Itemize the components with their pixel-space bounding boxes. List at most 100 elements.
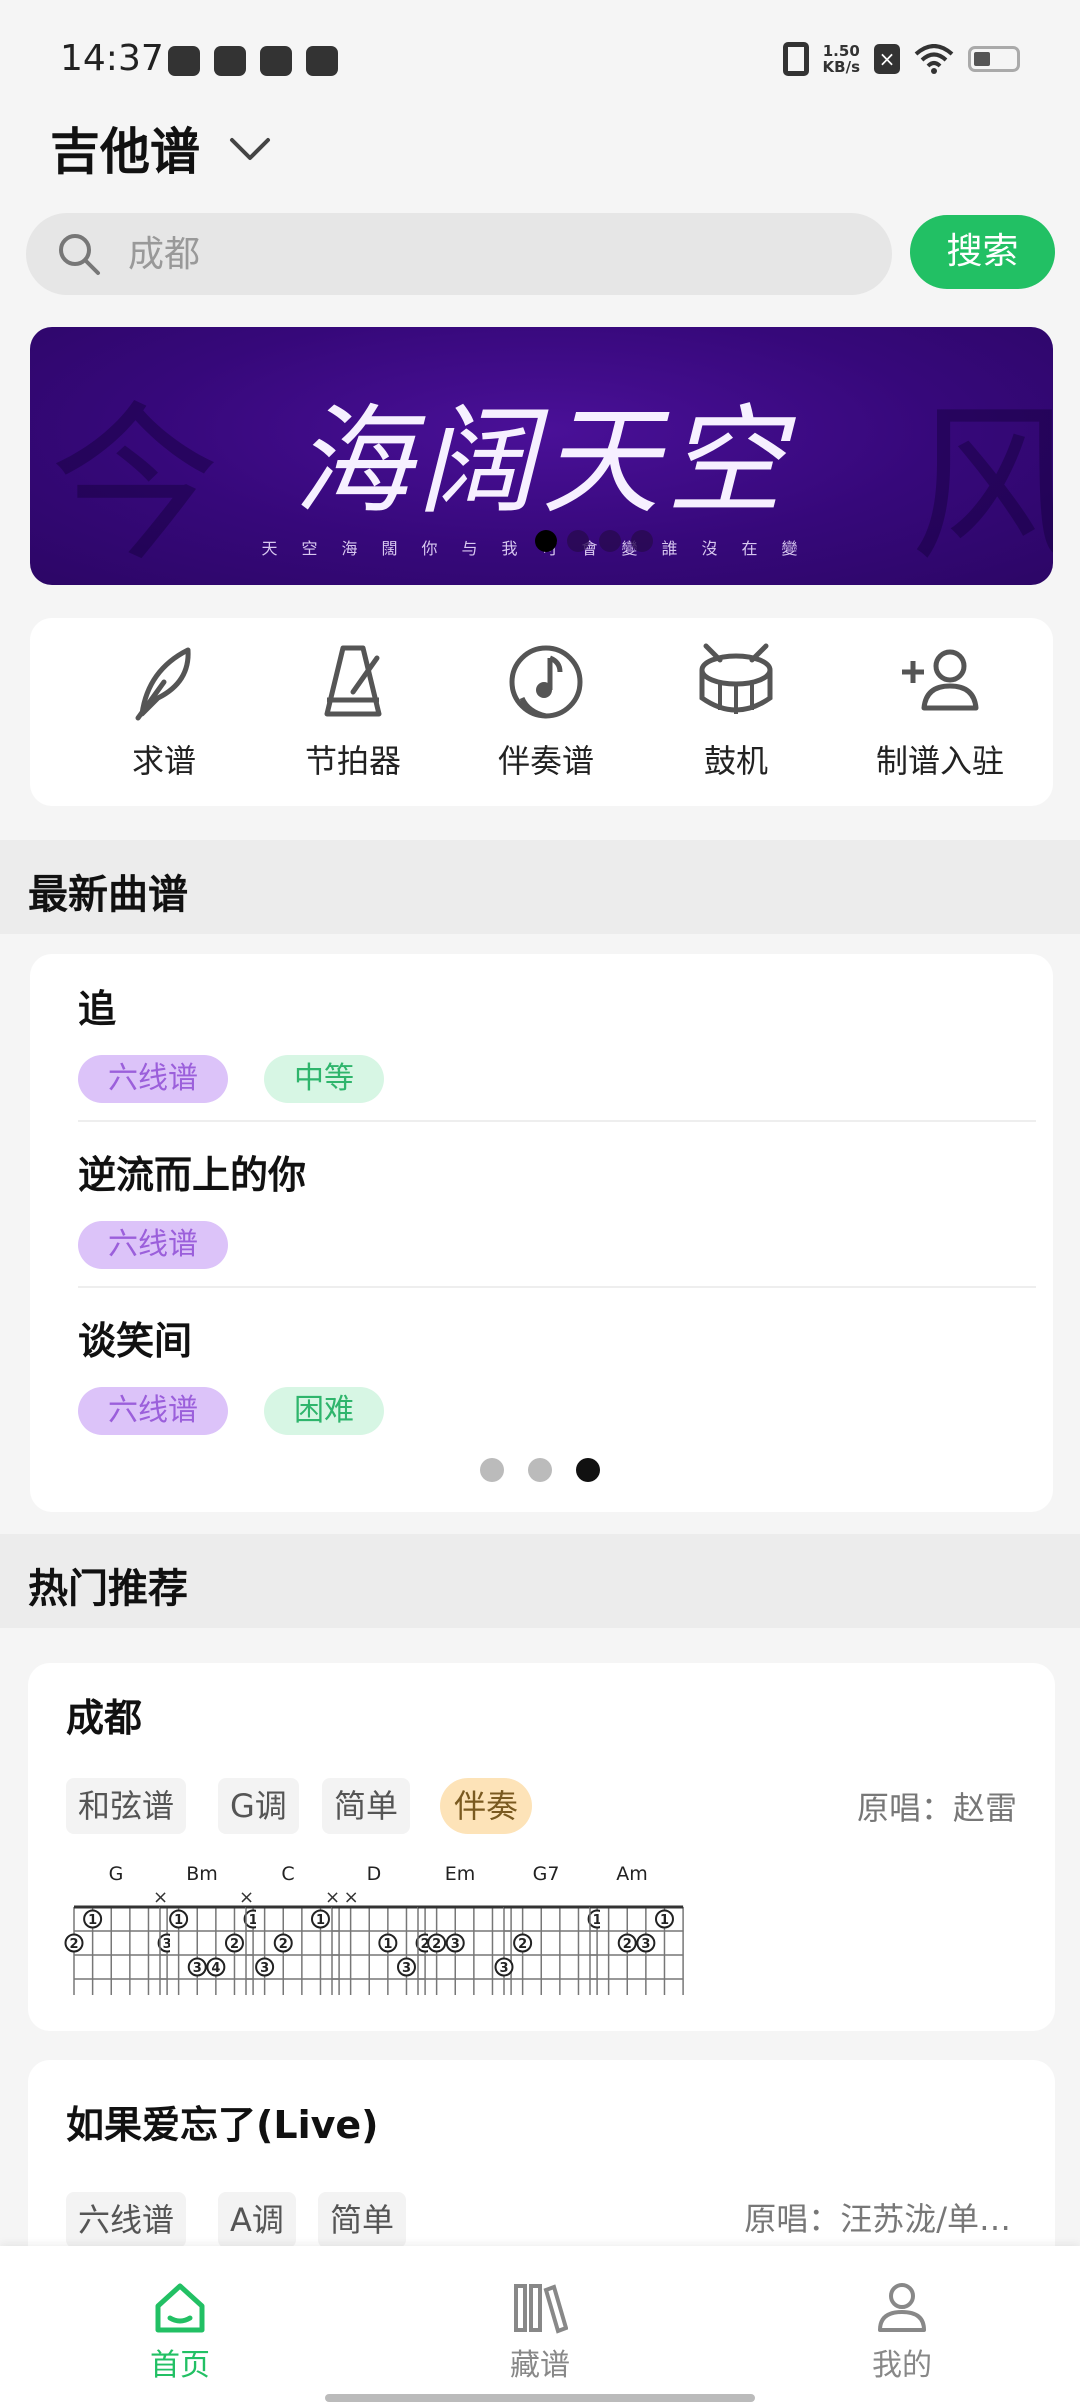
original-singer: 原唱：汪苏泷/单… xyxy=(744,2200,1011,2238)
banner-indicator xyxy=(535,530,653,552)
svg-text:3: 3 xyxy=(193,1961,202,1976)
svg-text:×: × xyxy=(344,1887,359,1908)
banner-dot xyxy=(631,530,653,552)
tag-key: G调 xyxy=(218,1778,299,1834)
page-dot[interactable] xyxy=(480,1458,504,1482)
svg-text:3: 3 xyxy=(260,1961,269,1976)
chord-diagram-am: Am 1 2 3 xyxy=(576,1863,684,2004)
divider xyxy=(78,1120,1036,1122)
page-dot[interactable] xyxy=(528,1458,552,1482)
chord-diagram-g: G123 xyxy=(60,1863,177,2004)
chord-name: Am xyxy=(616,1863,648,1885)
chord-diagram-g7: G7 1 2 3 xyxy=(490,1863,607,2004)
svg-text:1: 1 xyxy=(660,1913,669,1928)
tool-request-tab[interactable]: 求谱 xyxy=(74,642,254,782)
chord-diagram-em: Em 2 3 xyxy=(404,1863,512,2004)
page-title: 吉他谱 xyxy=(50,123,200,181)
hot-song-card[interactable]: 成都 和弦谱 G调 简单 伴奏 原唱：赵雷 G 1 2 3 Bm × 1 1 2 3 4 C × 1 2 3 D… xyxy=(28,1663,1055,2031)
search-input[interactable] xyxy=(128,233,828,275)
chord-diagram-d: D × × 1 2 3 xyxy=(318,1863,435,2004)
svg-text:2: 2 xyxy=(518,1937,527,1952)
tool-creator-join[interactable]: 制谱入驻 xyxy=(850,642,1030,782)
song-title: 成都 xyxy=(66,1696,143,1740)
nav-home[interactable]: 首页 xyxy=(100,2282,260,2384)
svg-text:3: 3 xyxy=(499,1961,508,1976)
tool-metronome[interactable]: 节拍器 xyxy=(263,642,443,782)
banner-dot xyxy=(567,530,589,552)
banner-dot xyxy=(535,530,557,552)
latest-page-indicator xyxy=(480,1458,600,1482)
box-notification-icon xyxy=(260,46,292,76)
svg-text:1: 1 xyxy=(383,1937,392,1952)
vibrate-icon xyxy=(782,42,809,76)
bottom-nav: 首页 藏谱 我的 xyxy=(0,2246,1080,2408)
feather-icon xyxy=(135,647,191,721)
tool-accompaniment[interactable]: 伴奏谱 xyxy=(456,642,636,782)
metronome-icon xyxy=(324,645,382,717)
tag-difficulty: 困难 xyxy=(264,1387,384,1435)
svg-text:4: 4 xyxy=(211,1961,220,1976)
latest-list: 追 六线谱 中等 逆流而上的你 六线谱 谈笑间 六线谱 困难 xyxy=(30,954,1053,1512)
tag-difficulty: 简单 xyxy=(318,2192,407,2248)
tag-key: A调 xyxy=(218,2192,296,2248)
svg-text:1: 1 xyxy=(174,1913,183,1928)
song-title: 如果爱忘了(Live) xyxy=(66,2103,379,2147)
quick-tools: 求谱 节拍器 伴奏谱 鼓机 制谱入驻 xyxy=(30,618,1053,806)
divider xyxy=(78,1286,1036,1288)
battery-icon xyxy=(968,46,1020,72)
nav-library[interactable]: 藏谱 xyxy=(460,2282,620,2384)
music-disc-icon xyxy=(509,645,583,719)
search-icon xyxy=(59,234,100,275)
tag-tab-type: 六线谱 xyxy=(78,1221,228,1269)
section-header-hot: 热门推荐 xyxy=(0,1534,1080,1628)
svg-text:×: × xyxy=(325,1887,340,1908)
banner-dot xyxy=(599,530,621,552)
banner-carousel[interactable]: 今 风 海阔天空 天空海闊你与我可會變誰沒在變 xyxy=(30,327,1053,585)
chevron-down-icon xyxy=(230,138,270,160)
svg-text:3: 3 xyxy=(451,1937,460,1952)
app-title-dropdown[interactable]: 吉他谱 xyxy=(50,112,272,184)
tool-drum-machine[interactable]: 鼓机 xyxy=(646,642,826,782)
no-sim-icon: × xyxy=(874,44,900,74)
cat-notification-icon xyxy=(306,46,338,76)
drum-icon xyxy=(699,643,773,714)
library-icon xyxy=(514,2284,568,2334)
svg-text:2: 2 xyxy=(623,1937,632,1952)
tag-tab-type: 六线谱 xyxy=(78,1387,228,1435)
svg-text:2: 2 xyxy=(279,1937,288,1952)
list-item[interactable]: 逆流而上的你 六线谱 xyxy=(78,1144,1008,1269)
home-icon xyxy=(155,2283,205,2333)
nav-profile[interactable]: 我的 xyxy=(822,2282,982,2384)
chord-diagram-bm: Bm × 1 1 2 3 4 xyxy=(146,1863,263,2004)
search-button[interactable]: 搜索 xyxy=(910,215,1055,289)
status-time: 14:37 xyxy=(60,38,164,79)
tag-tab-type: 六线谱 xyxy=(78,1055,228,1103)
chord-diagram-c: C × 1 2 3 xyxy=(232,1863,340,2004)
app-notification-icon xyxy=(168,46,200,76)
status-bar: 14:37 1.50 KB/s × xyxy=(0,0,1080,120)
profile-icon xyxy=(878,2283,926,2332)
svg-text:2: 2 xyxy=(432,1937,441,1952)
gesture-bar[interactable] xyxy=(325,2394,755,2402)
page-dot-active[interactable] xyxy=(576,1458,600,1482)
section-header-latest: 最新曲谱 xyxy=(0,840,1080,934)
tag-difficulty: 中等 xyxy=(264,1055,384,1103)
svg-text:×: × xyxy=(239,1887,254,1908)
list-item[interactable]: 谈笑间 六线谱 困难 xyxy=(78,1310,1008,1435)
svg-text:3: 3 xyxy=(641,1937,650,1952)
banner-title: 海阔天空 xyxy=(293,392,790,530)
svg-text:2: 2 xyxy=(69,1937,78,1952)
tag-accompaniment: 伴奏 xyxy=(440,1778,533,1834)
chord-grid: 1 23 xyxy=(589,1905,684,2004)
svg-text:×: × xyxy=(153,1887,168,1908)
network-speed: 1.50 KB/s xyxy=(822,42,860,76)
wifi-icon xyxy=(914,44,954,74)
add-user-icon xyxy=(902,649,979,711)
notification-icons xyxy=(168,46,338,76)
mail-notification-icon xyxy=(214,46,246,76)
original-singer: 原唱：赵雷 xyxy=(856,1789,1017,1827)
list-item[interactable]: 追 六线谱 中等 xyxy=(78,978,1008,1103)
search-bar[interactable] xyxy=(26,213,892,295)
tag-tab-type: 和弦谱 xyxy=(66,1778,187,1834)
tag-tab-type: 六线谱 xyxy=(66,2192,187,2248)
